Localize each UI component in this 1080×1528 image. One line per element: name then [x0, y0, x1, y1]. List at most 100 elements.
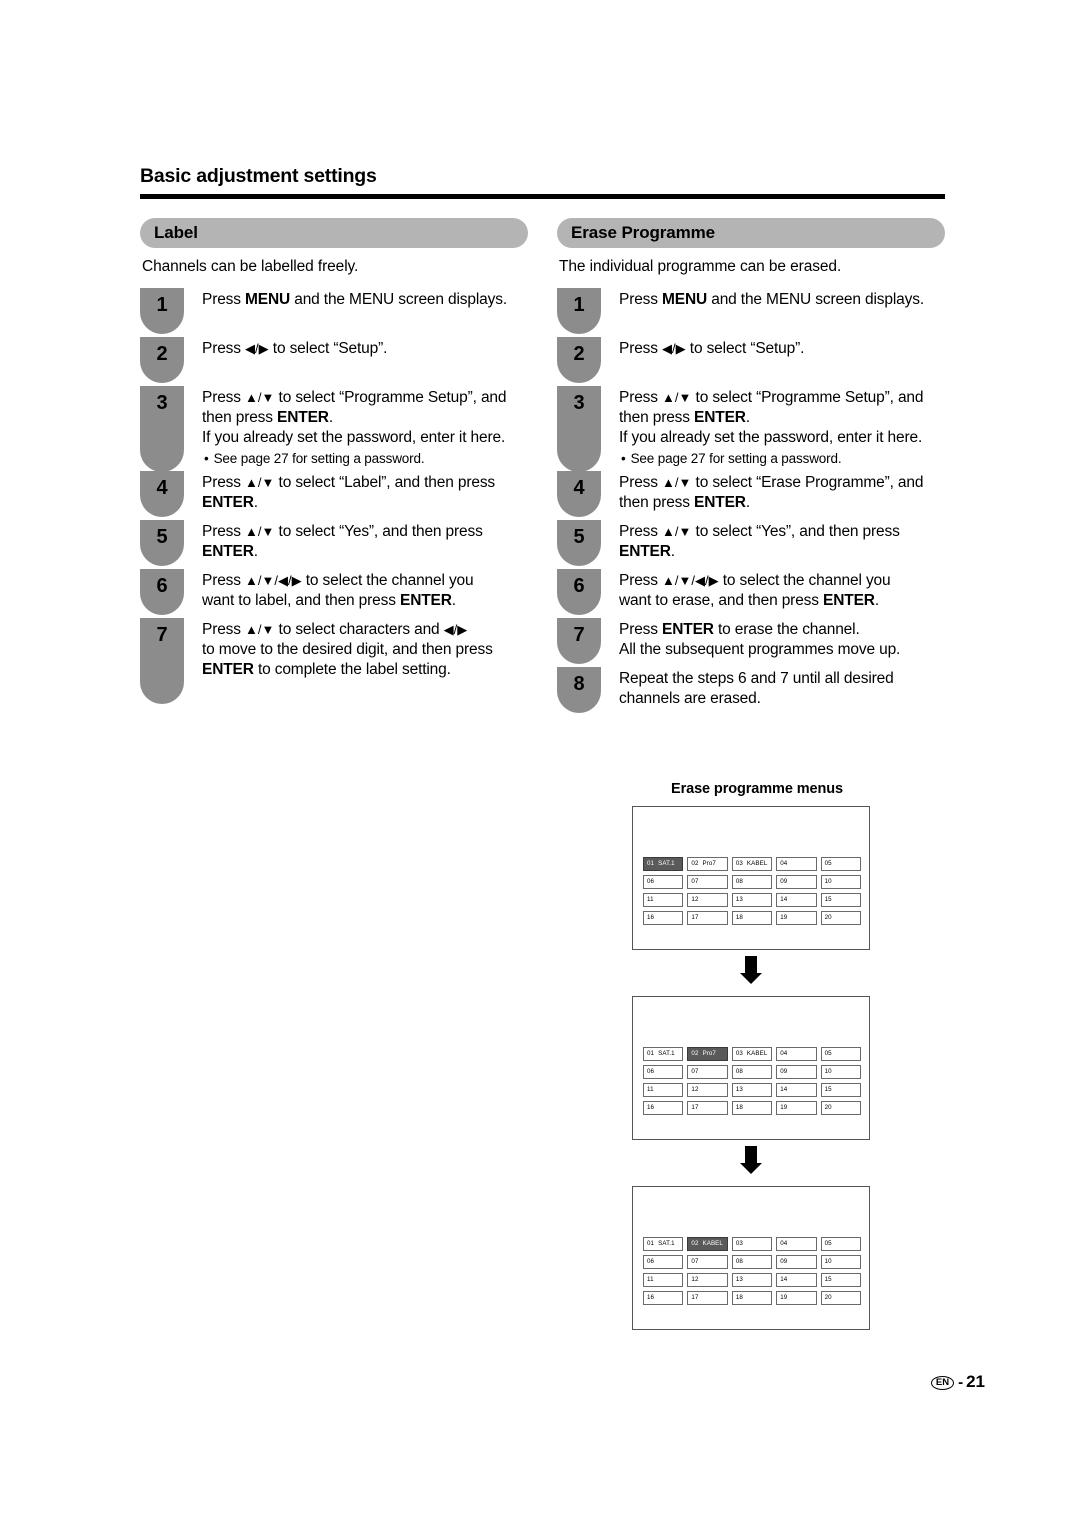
channel-cell[interactable]: 07: [687, 1255, 728, 1269]
channel-cell[interactable]: 16: [643, 1291, 684, 1305]
channel-cell[interactable]: 13: [731, 1083, 773, 1097]
channel-cell-selected[interactable]: 02 KABEL: [687, 1237, 728, 1251]
channel-row: 06 07 08 09 10: [643, 875, 862, 889]
step-text: Press ▲/▼ to select “Erase Programme”, a…: [619, 471, 945, 513]
channel-cell[interactable]: 05: [820, 1237, 862, 1251]
step-note-text: See page 27 for setting a password.: [213, 451, 425, 467]
channel-number: 20: [824, 914, 832, 921]
channel-cell[interactable]: 08: [731, 875, 773, 889]
channel-cell[interactable]: 03: [731, 1237, 773, 1251]
channel-cell[interactable]: 20: [820, 1101, 862, 1115]
channel-cell[interactable]: 20: [820, 1291, 862, 1305]
channel-cell[interactable]: 06: [643, 875, 684, 889]
step-number-badge: 6: [140, 568, 184, 615]
channel-cell[interactable]: 14: [776, 1273, 817, 1287]
channel-cell[interactable]: 05: [820, 857, 862, 871]
channel-row: 01 SAT.1 02 Pro7 03 KABEL 04 05: [643, 1047, 862, 1061]
channel-number: 13: [735, 1086, 743, 1093]
channel-cell[interactable]: 06: [643, 1255, 684, 1269]
channel-cell[interactable]: 15: [820, 893, 862, 907]
channel-name: SAT.1: [658, 1240, 675, 1247]
channel-cell[interactable]: 14: [776, 893, 817, 907]
plain-text: to select the channel you: [301, 571, 474, 589]
channel-cell[interactable]: 17: [687, 1291, 728, 1305]
channel-number: 04: [780, 1050, 788, 1057]
channel-cell[interactable]: 12: [687, 893, 728, 907]
channel-number: 08: [735, 878, 743, 885]
step-number-badge: 1: [140, 288, 184, 334]
channel-cell[interactable]: 05: [820, 1047, 862, 1061]
channel-row: 16 17 18 19 20: [643, 911, 862, 925]
emphasis-text: ENTER: [400, 592, 452, 610]
channel-number: 10: [824, 1068, 832, 1075]
channel-cell[interactable]: 02 Pro7: [687, 857, 728, 871]
channel-cell[interactable]: 20: [820, 911, 862, 925]
channel-cell-selected[interactable]: 01 SAT.1: [643, 857, 684, 871]
channel-cell[interactable]: 18: [731, 1101, 773, 1115]
channel-cell[interactable]: 03 KABEL: [731, 1047, 773, 1061]
plain-text: Repeat the steps 6 and 7 until all desir…: [619, 669, 894, 687]
direction-arrows-icon: ◀/▶: [245, 341, 269, 356]
step-list-erase-programme: 1 Press MENU and the MENU screen displays…: [557, 288, 945, 713]
plain-text: to select “Programme Setup”, and: [691, 389, 924, 406]
channel-cell-selected[interactable]: 02 Pro7: [687, 1047, 728, 1061]
channel-cell[interactable]: 12: [687, 1273, 728, 1287]
channel-cell[interactable]: 04: [776, 857, 817, 871]
plain-text: to select characters and: [274, 620, 444, 638]
channel-cell[interactable]: 07: [687, 1065, 728, 1079]
channel-row: 11 12 13 14 15: [643, 1273, 862, 1287]
channel-cell[interactable]: 14: [776, 1083, 817, 1097]
channel-cell[interactable]: 09: [776, 1255, 817, 1269]
channel-cell[interactable]: 03 KABEL: [731, 857, 773, 871]
channel-cell[interactable]: 18: [731, 911, 773, 925]
channel-cell[interactable]: 12: [687, 1083, 728, 1097]
channel-cell[interactable]: 04: [776, 1237, 817, 1251]
channel-cell[interactable]: 15: [820, 1083, 862, 1097]
header-rule: [140, 194, 945, 200]
plain-text: want to label, and then press: [202, 592, 400, 610]
channel-cell[interactable]: 01 SAT.1: [643, 1047, 684, 1061]
channel-cell[interactable]: 15: [820, 1273, 862, 1287]
channel-cell[interactable]: 10: [820, 875, 862, 889]
channel-cell[interactable]: 11: [643, 1273, 684, 1287]
channel-cell[interactable]: 19: [776, 1101, 817, 1115]
channel-cell[interactable]: 17: [687, 911, 728, 925]
step-text-line: Press ◀/▶ to select “Setup”.: [619, 339, 945, 359]
channel-number: 17: [691, 1294, 699, 1301]
step-item: 5 Press ▲/▼ to select “Yes”, and then pre…: [140, 519, 528, 566]
channel-number: 18: [735, 1104, 743, 1111]
channel-cell[interactable]: 17: [687, 1101, 728, 1115]
plain-text: Press: [619, 620, 663, 638]
channel-cell[interactable]: 16: [643, 1101, 684, 1115]
channel-cell[interactable]: 10: [820, 1065, 862, 1079]
channel-grid: 01 SAT.1 02 KABEL 03 04 05 06 07 08 09 10 11 12 13 14 15…: [643, 1237, 862, 1309]
section-intro: The individual programme can be erased.: [559, 258, 842, 275]
channel-cell[interactable]: 04: [776, 1047, 817, 1061]
channel-name: KABEL: [702, 1240, 723, 1247]
plain-text: to select the channel you: [718, 571, 891, 589]
channel-cell[interactable]: 18: [731, 1291, 773, 1305]
channel-cell[interactable]: 16: [643, 911, 684, 925]
step-text: Press ▲/▼/◀/▶ to select the channel you w…: [202, 569, 528, 611]
channel-cell[interactable]: 19: [776, 1291, 817, 1305]
channel-cell[interactable]: 09: [776, 1065, 817, 1079]
emphasis-text: MENU: [245, 291, 291, 308]
channel-cell[interactable]: 10: [820, 1255, 862, 1269]
bullet-icon: •: [621, 451, 626, 467]
channel-cell[interactable]: 01 SAT.1: [643, 1237, 684, 1251]
direction-arrows-icon: ▲/▼: [245, 474, 275, 490]
plain-text: Press: [202, 291, 246, 308]
channel-cell[interactable]: 11: [643, 1083, 684, 1097]
channel-number: 04: [780, 860, 788, 867]
channel-cell[interactable]: 19: [776, 911, 817, 925]
channel-cell[interactable]: 08: [731, 1065, 773, 1079]
channel-cell[interactable]: 11: [643, 893, 684, 907]
step-text: Press ENTER to erase the channel. All the…: [619, 618, 945, 660]
page-footer: EN -21: [0, 1372, 1080, 1392]
channel-cell[interactable]: 06: [643, 1065, 684, 1079]
channel-cell[interactable]: 07: [687, 875, 728, 889]
channel-cell[interactable]: 09: [776, 875, 817, 889]
channel-cell[interactable]: 13: [731, 1273, 773, 1287]
channel-cell[interactable]: 13: [731, 893, 773, 907]
channel-cell[interactable]: 08: [731, 1255, 773, 1269]
